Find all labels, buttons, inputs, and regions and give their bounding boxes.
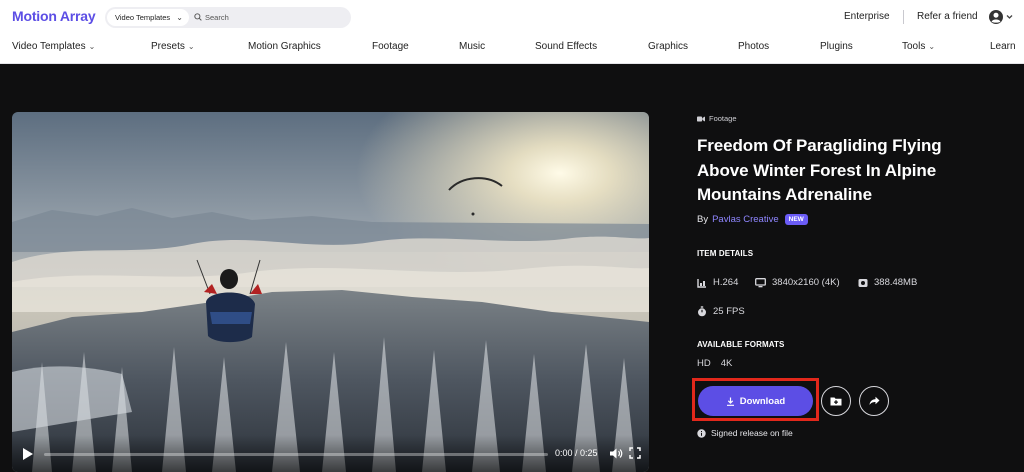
download-label: Download (739, 395, 786, 407)
nav-music[interactable]: Music (459, 41, 485, 52)
share-button[interactable] (859, 386, 889, 416)
download-button[interactable]: Download (698, 386, 813, 416)
search-category-label: Video Templates (115, 13, 171, 22)
signed-release-text: Signed release on file (711, 428, 793, 438)
search-input[interactable] (205, 10, 345, 25)
enterprise-link[interactable]: Enterprise (844, 11, 890, 22)
chevron-down-icon (1006, 15, 1013, 19)
new-badge: NEW (784, 214, 808, 225)
codec-spec: H.264 (697, 277, 738, 288)
download-icon (726, 397, 734, 406)
signed-release-note: Signed release on file (697, 428, 793, 438)
nav-label: Learn (990, 41, 1016, 52)
refer-a-friend-link[interactable]: Refer a friend (917, 11, 978, 22)
info-icon (697, 428, 706, 438)
nav-motion-graphics[interactable]: Motion Graphics (248, 41, 321, 52)
play-icon[interactable] (22, 447, 34, 461)
video-preview-frame (12, 112, 649, 472)
storage-icon (858, 278, 868, 287)
author-link[interactable]: Pavlas Creative (712, 214, 779, 225)
item-details-heading: ITEM DETAILS (697, 249, 754, 258)
chevron-down-icon: ⌄ (187, 42, 195, 51)
size-value: 388.48MB (874, 277, 918, 288)
item-title: Freedom Of Paragliding Flying Above Wint… (697, 136, 942, 204)
nav-video-templates[interactable]: Video Templates ⌄ (12, 41, 95, 52)
volume-icon[interactable] (609, 447, 623, 460)
stopwatch-icon (698, 306, 706, 317)
resolution-value: 3840x2160 (4K) (772, 277, 840, 288)
progress-bar[interactable] (44, 453, 548, 456)
nav-label: Music (459, 41, 486, 52)
format-hd: HD (697, 358, 711, 369)
add-to-folder-icon (830, 397, 842, 406)
monitor-icon (755, 277, 766, 287)
nav-label: Motion Graphics (248, 41, 321, 52)
codec-icon (697, 278, 706, 288)
category-tag[interactable]: Footage (697, 114, 737, 123)
available-formats-heading: AVAILABLE FORMATS (697, 340, 785, 349)
formats-list: HD 4K (697, 358, 732, 369)
size-spec: 388.48MB (858, 277, 917, 288)
byline: By Pavlas Creative NEW (697, 214, 808, 225)
logo[interactable]: Motion Array (12, 8, 96, 24)
nav-plugins[interactable]: Plugins (820, 41, 853, 52)
nav-label: Footage (372, 41, 409, 52)
video-camera-icon (697, 116, 705, 121)
nav-sound-effects[interactable]: Sound Effects (535, 41, 597, 52)
account-menu[interactable] (988, 9, 1016, 25)
fps-value: 25 FPS (713, 306, 745, 317)
category-nav: Video Templates ⌄ Presets ⌄ Motion Graphic… (0, 34, 1024, 64)
resolution-spec: 3840x2160 (4K) (755, 277, 840, 288)
player-controls: 0:00 / 0:25 (12, 435, 649, 472)
fps-spec: 25 FPS (697, 306, 745, 317)
search-category-select[interactable]: Video Templates ⌄ (107, 9, 189, 26)
share-icon (869, 396, 879, 405)
nav-learn[interactable]: Learn (990, 41, 1016, 52)
chevron-down-icon: ⌄ (88, 42, 96, 51)
category-label: Footage (709, 114, 737, 123)
search-bar: Video Templates ⌄ (105, 7, 351, 28)
fullscreen-icon[interactable] (629, 447, 641, 459)
chevron-down-icon: ⌄ (928, 42, 936, 51)
chevron-down-icon: ⌄ (176, 13, 183, 22)
video-player[interactable]: 0:00 / 0:25 (12, 112, 649, 472)
format-4k: 4K (720, 358, 733, 369)
item-details-panel: Footage Freedom Of Paragliding Flying Ab… (692, 64, 1017, 472)
nav-tools[interactable]: Tools ⌄ (902, 41, 935, 52)
nav-label: Graphics (648, 41, 689, 52)
nav-label: Sound Effects (535, 41, 598, 52)
top-bar: Motion Array Video Templates ⌄ Enterpris… (0, 0, 1024, 34)
nav-footage[interactable]: Footage (372, 41, 409, 52)
item-page: 0:00 / 0:25 Footage Freedom Of Paraglidi… (0, 64, 1024, 472)
by-label: By (697, 214, 709, 225)
nav-label: Plugins (820, 41, 853, 52)
nav-presets[interactable]: Presets ⌄ (151, 41, 195, 52)
header-divider (903, 10, 904, 24)
nav-photos[interactable]: Photos (738, 41, 769, 52)
nav-label: Photos (738, 41, 770, 52)
search-icon (194, 13, 202, 21)
nav-label: Presets (151, 41, 185, 52)
nav-graphics[interactable]: Graphics (648, 41, 688, 52)
codec-value: H.264 (713, 277, 739, 288)
add-to-folder-button[interactable] (821, 386, 851, 416)
nav-label: Video Templates (12, 41, 86, 52)
nav-label: Tools (902, 41, 926, 52)
time-display: 0:00 / 0:25 (555, 448, 598, 458)
account-icon (989, 10, 1003, 24)
